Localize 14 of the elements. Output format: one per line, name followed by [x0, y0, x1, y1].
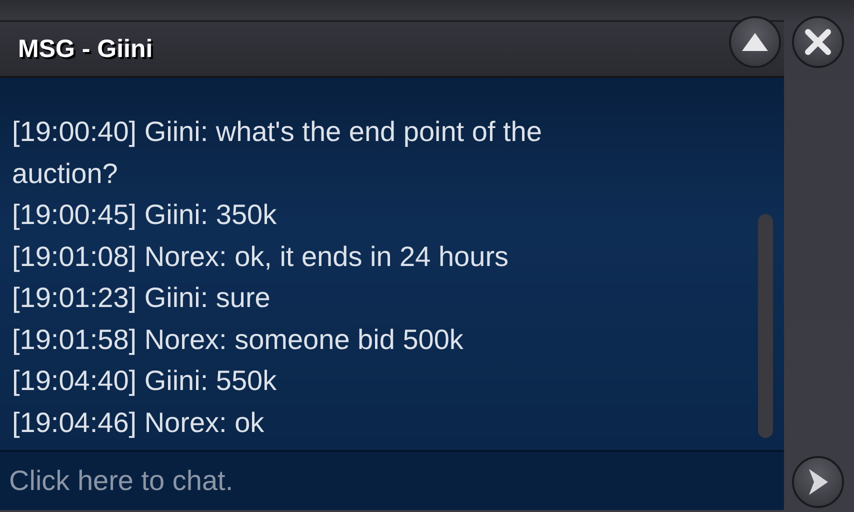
send-button[interactable]	[792, 456, 844, 508]
chat-input[interactable]: Click here to chat.	[0, 450, 784, 510]
chat-message: [19:04:40] Giini: 550k	[12, 364, 278, 398]
window-title: MSG - Giini	[18, 34, 153, 64]
chat-message: [19:04:46] Norex: ok	[12, 406, 266, 440]
close-icon	[803, 27, 833, 57]
chat-message: [19:01:08] Norex: ok, it ends in 24 hours	[12, 240, 510, 274]
chat-message: [19:01:23] Giini: sure	[12, 281, 272, 315]
chat-message: [19:00:45] Giini: 350k	[12, 198, 278, 232]
close-button[interactable]	[792, 16, 844, 68]
chat-message: [19:00:40] Giini: what's the end point of the auction?	[12, 115, 543, 190]
chat-message: [19:01:58] Norex: someone bid 500k	[12, 322, 464, 357]
play-arrow-icon	[806, 467, 830, 497]
scrollbar-thumb[interactable]	[758, 214, 773, 438]
